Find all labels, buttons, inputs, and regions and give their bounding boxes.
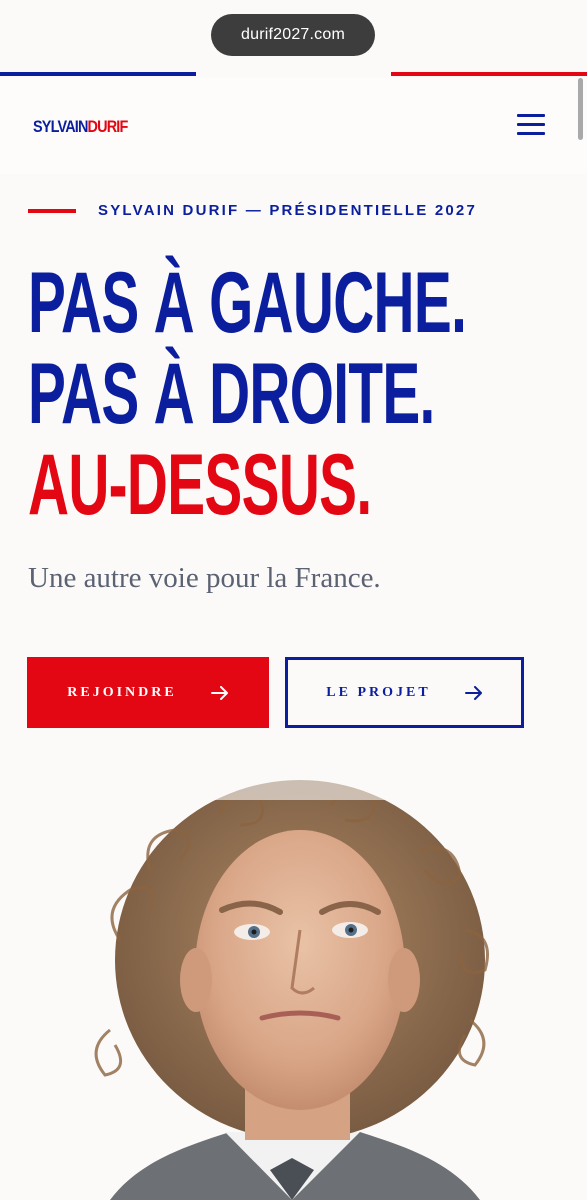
join-button-label: REJOINDRE	[67, 684, 177, 700]
arrow-right-icon	[210, 685, 229, 700]
site-logo[interactable]: SYLVAINDURIF	[33, 117, 129, 137]
scrollbar[interactable]	[578, 78, 583, 140]
project-button-label: LE PROJET	[326, 684, 431, 700]
candidate-portrait	[0, 760, 587, 1200]
headline-line-1: PAS À GAUCHE.	[28, 255, 467, 351]
logo-last-name: DURIF	[87, 117, 129, 136]
url-bar[interactable]: durif2027.com	[211, 14, 375, 56]
page: durif2027.com SYLVAINDURIF SYLVAIN DURIF…	[0, 0, 587, 1200]
headline-line-2: PAS À DROITE.	[28, 346, 435, 442]
project-button[interactable]: LE PROJET	[285, 657, 524, 728]
arrow-right-icon	[464, 685, 483, 700]
url-text: durif2027.com	[241, 26, 345, 43]
eyebrow-accent-line	[28, 209, 76, 213]
headline-line-3: AU-DESSUS.	[28, 437, 372, 533]
tricolor-bar-red	[391, 72, 587, 76]
hero-headline: PAS À GAUCHE. PAS À DROITE. AU-DESSUS.	[28, 255, 467, 533]
tricolor-bar-blue	[0, 72, 196, 76]
eyebrow-text: SYLVAIN DURIF — PRÉSIDENTIELLE 2027	[98, 202, 477, 219]
logo-first-name: SYLVAIN	[33, 117, 88, 136]
hero-tagline: Une autre voie pour la France.	[28, 562, 381, 594]
hamburger-menu-icon[interactable]	[517, 112, 545, 138]
join-button[interactable]: REJOINDRE	[27, 657, 269, 728]
